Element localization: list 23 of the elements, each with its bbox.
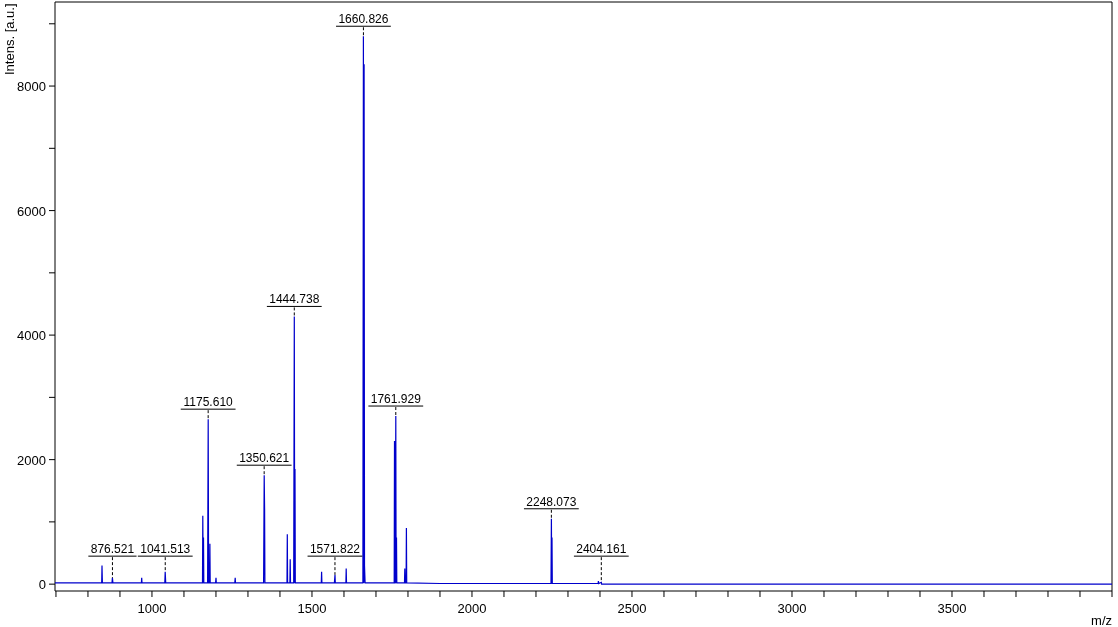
- x-tick-label: 3500: [937, 601, 967, 616]
- x-tick-label: 3000: [777, 601, 807, 616]
- peak-label: 1761.929: [370, 392, 421, 407]
- y-tick-label: 8000: [17, 79, 46, 95]
- peak-label: 1175.610: [183, 395, 233, 410]
- y-tick-label: 4000: [17, 328, 46, 344]
- y-tick-label: 0: [38, 577, 46, 593]
- peak-label: 1350.621: [239, 451, 290, 466]
- peak-label: 1041.513: [140, 542, 191, 557]
- y-tick-label: 2000: [17, 452, 46, 468]
- x-tick-label: 2000: [457, 601, 487, 616]
- peak-label: 1444.738: [269, 292, 320, 307]
- peak-label: 1571.822: [309, 542, 360, 557]
- peak-label: 1660.826: [338, 12, 389, 27]
- y-tick-label: 6000: [17, 203, 46, 219]
- x-tick-label: 2500: [617, 601, 647, 616]
- peak-label: 2404.161: [576, 542, 627, 557]
- peak-label: 876.521: [90, 542, 135, 557]
- peak-label: 2248.073: [526, 494, 577, 509]
- x-tick-label: 1500: [297, 601, 327, 616]
- x-axis-title: m/z: [1091, 613, 1112, 627]
- y-axis-title: Intens. [a.u.]: [2, 3, 17, 75]
- x-tick-label: 1000: [137, 601, 167, 616]
